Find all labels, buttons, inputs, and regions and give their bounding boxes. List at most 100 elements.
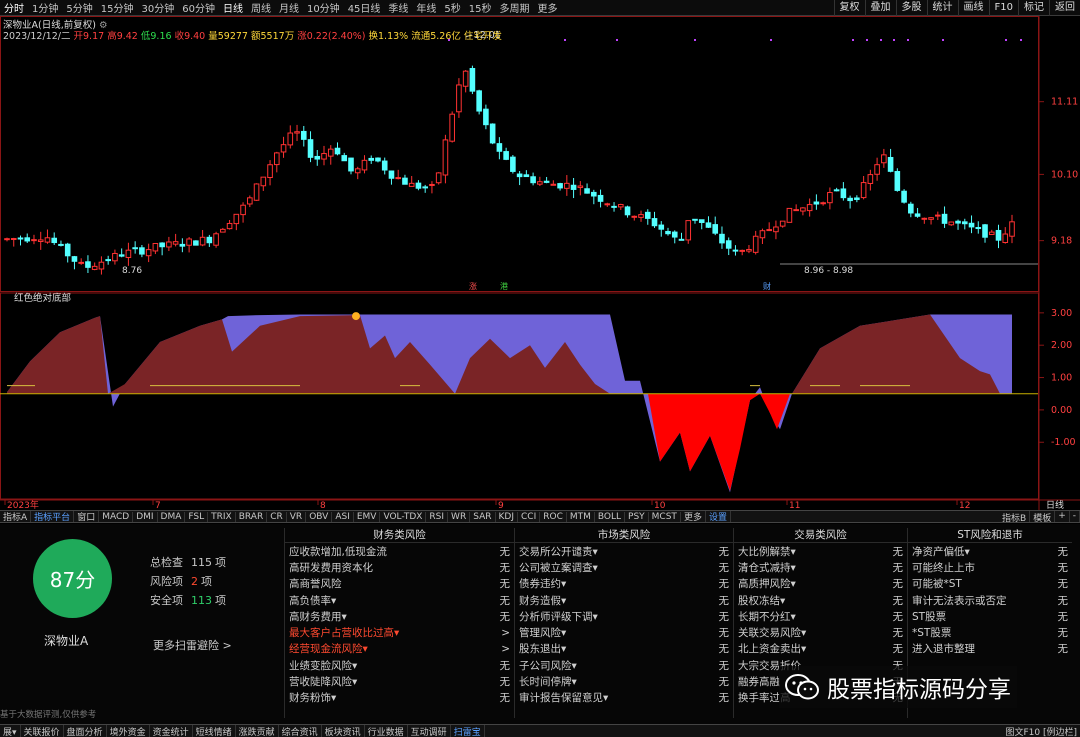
risk-item[interactable]: 管理风险▾ 无 bbox=[515, 624, 733, 640]
timeframe-tab[interactable]: 月线 bbox=[275, 0, 303, 15]
bottom-tab[interactable]: 扫雷宝 bbox=[451, 725, 485, 737]
toolbar-button[interactable]: 标记 bbox=[1018, 0, 1049, 16]
indicator-tab[interactable]: 指标平台 bbox=[31, 511, 75, 522]
risk-item[interactable]: 经营现金流风险▾ > bbox=[285, 641, 514, 657]
risk-item[interactable]: 高商誉风险 无 bbox=[285, 576, 514, 592]
bottom-tab[interactable]: 短线情绪 bbox=[193, 725, 236, 737]
indicator-tab[interactable]: TRIX bbox=[208, 511, 236, 522]
indicator-tab[interactable]: OBV bbox=[306, 511, 333, 522]
indicator-tab[interactable]: 指标A bbox=[0, 511, 32, 522]
bottom-right[interactable]: 图文F10 [例边栏] bbox=[1002, 725, 1080, 737]
timeframe-tab[interactable]: 5分钟 bbox=[62, 0, 96, 15]
timeframe-tab[interactable]: 5秒 bbox=[440, 0, 464, 15]
indicator-tab[interactable]: CCI bbox=[518, 511, 541, 522]
indicator-tab-right[interactable]: 模板 bbox=[1030, 511, 1056, 522]
indicator-tab[interactable]: DMI bbox=[133, 511, 158, 522]
bottom-tab[interactable]: 资金统计 bbox=[150, 725, 193, 737]
risk-item[interactable]: 审计报告保留意见▾ 无 bbox=[515, 690, 733, 706]
risk-item[interactable]: 进入退市整理 无 bbox=[908, 641, 1072, 657]
indicator-tab[interactable]: RSI bbox=[426, 511, 449, 522]
indicator-tab[interactable]: MTM bbox=[567, 511, 595, 522]
risk-item[interactable]: 可能被*ST 无 bbox=[908, 576, 1072, 592]
risk-item[interactable]: 高研发费用资本化 无 bbox=[285, 559, 514, 575]
bottom-tab[interactable]: 盘面分析 bbox=[64, 725, 107, 737]
risk-item[interactable]: 财务粉饰▾ 无 bbox=[285, 690, 514, 706]
indicator-tab[interactable]: ROC bbox=[540, 511, 567, 522]
bottom-tab[interactable]: 展▾ bbox=[0, 725, 21, 737]
indicator-tab[interactable]: KDJ bbox=[496, 511, 518, 522]
timeframe-tab[interactable]: 多周期 bbox=[496, 0, 534, 15]
bottom-tab[interactable]: 关联报价 bbox=[21, 725, 64, 737]
more-scan-link[interactable]: 更多扫雷避险 > bbox=[153, 637, 232, 653]
indicator-tab[interactable]: VOL-TDX bbox=[380, 511, 427, 522]
risk-item[interactable]: 交易所公开谴责▾ 无 bbox=[515, 543, 733, 559]
timeframe-tab[interactable]: 季线 bbox=[384, 0, 412, 15]
risk-item[interactable]: 北上资金卖出▾ 无 bbox=[734, 641, 907, 657]
risk-item[interactable]: 股东退出▾ 无 bbox=[515, 641, 733, 657]
bottom-tab[interactable]: 综合资讯 bbox=[279, 725, 322, 737]
risk-item[interactable]: 财务造假▾ 无 bbox=[515, 592, 733, 608]
timeframe-tab[interactable]: 15秒 bbox=[465, 0, 496, 15]
risk-item[interactable]: 可能终止上市 无 bbox=[908, 559, 1072, 575]
risk-item[interactable]: 公司被立案调查▾ 无 bbox=[515, 559, 733, 575]
risk-item[interactable]: 大比例解禁▾ 无 bbox=[734, 543, 907, 559]
timeframe-tab[interactable]: 年线 bbox=[412, 0, 440, 15]
risk-item[interactable]: 最大客户占营收比过高▾ > bbox=[285, 624, 514, 640]
risk-item[interactable]: 高财务费用▾ 无 bbox=[285, 608, 514, 624]
indicator-tab[interactable]: BOLL bbox=[595, 511, 626, 522]
bottom-tab[interactable]: 涨跌贡献 bbox=[236, 725, 279, 737]
indicator-tab[interactable]: EMV bbox=[354, 511, 381, 522]
indicator-tab-right[interactable]: - bbox=[1070, 511, 1080, 522]
bottom-tab[interactable]: 行业数据 bbox=[365, 725, 408, 737]
risk-item[interactable]: 分析师评级下调▾ 无 bbox=[515, 608, 733, 624]
indicator-tab[interactable]: ASI bbox=[332, 511, 354, 522]
bottom-tab[interactable]: 板块资讯 bbox=[322, 725, 365, 737]
timeframe-tab[interactable]: 15分钟 bbox=[97, 0, 138, 15]
risk-item[interactable]: *ST股票 无 bbox=[908, 624, 1072, 640]
toolbar-button[interactable]: 叠加 bbox=[864, 0, 896, 16]
risk-item[interactable]: 长期不分红▾ 无 bbox=[734, 608, 907, 624]
risk-item[interactable]: 子公司风险▾ 无 bbox=[515, 657, 733, 673]
risk-item[interactable]: 营收陡降风险▾ 无 bbox=[285, 673, 514, 689]
risk-item[interactable]: 高负债率▾ 无 bbox=[285, 592, 514, 608]
indicator-tab[interactable]: MCST bbox=[649, 511, 681, 522]
indicator-tab[interactable]: 设置 bbox=[706, 511, 731, 522]
toolbar-button[interactable]: 统计 bbox=[926, 0, 958, 16]
timeframe-tab[interactable]: 更多 bbox=[534, 0, 562, 15]
risk-item[interactable]: 应收款增加,低现金流 无 bbox=[285, 543, 514, 559]
kline-chart[interactable]: 11.1110.109.1812.018.76 8.96 - 8.98涨港财红色绝… bbox=[0, 16, 1080, 510]
toolbar-button[interactable]: F10 bbox=[988, 0, 1018, 16]
indicator-tab[interactable]: SAR bbox=[470, 511, 496, 522]
timeframe-tab[interactable]: 分时 bbox=[0, 0, 28, 15]
risk-item[interactable]: 高质押风险▾ 无 bbox=[734, 576, 907, 592]
indicator-tab[interactable]: MACD bbox=[99, 511, 134, 522]
toolbar-button[interactable]: 复权 bbox=[833, 0, 865, 16]
risk-item[interactable]: 审计无法表示或否定 无 bbox=[908, 592, 1072, 608]
indicator-tab[interactable]: PSY bbox=[625, 511, 649, 522]
risk-item[interactable]: 债券违约▾ 无 bbox=[515, 576, 733, 592]
timeframe-tab[interactable]: 10分钟 bbox=[303, 0, 344, 15]
indicator-tab[interactable]: CR bbox=[267, 511, 287, 522]
toolbar-button[interactable]: 画线 bbox=[957, 0, 989, 16]
indicator-tab-right[interactable]: 指标B bbox=[999, 511, 1031, 522]
bottom-tab[interactable]: 境外资金 bbox=[107, 725, 150, 737]
timeframe-tab[interactable]: 30分钟 bbox=[137, 0, 178, 15]
toolbar-button[interactable]: 多股 bbox=[895, 0, 927, 16]
indicator-tab[interactable]: 更多 bbox=[681, 511, 706, 522]
indicator-tab[interactable]: DMA bbox=[158, 511, 186, 522]
indicator-tab[interactable]: WR bbox=[448, 511, 471, 522]
risk-item[interactable]: 业绩变脸风险▾ 无 bbox=[285, 657, 514, 673]
timeframe-tab[interactable]: 60分钟 bbox=[178, 0, 219, 15]
risk-item[interactable]: 股权冻结▾ 无 bbox=[734, 592, 907, 608]
risk-item[interactable]: 清仓式减持▾ 无 bbox=[734, 559, 907, 575]
indicator-tab[interactable]: FSL bbox=[185, 511, 209, 522]
timeframe-tab[interactable]: 1分钟 bbox=[28, 0, 62, 15]
timeframe-tab[interactable]: 45日线 bbox=[344, 0, 385, 15]
indicator-tab[interactable]: 窗口 bbox=[74, 511, 100, 522]
risk-item[interactable]: ST股票 无 bbox=[908, 608, 1072, 624]
timeframe-tab[interactable]: 日线 bbox=[219, 0, 247, 15]
timeframe-tab[interactable]: 周线 bbox=[247, 0, 275, 15]
risk-item[interactable]: 净资产偏低▾ 无 bbox=[908, 543, 1072, 559]
indicator-tab-right[interactable]: + bbox=[1055, 511, 1070, 522]
toolbar-button[interactable]: 返回 bbox=[1049, 0, 1080, 16]
